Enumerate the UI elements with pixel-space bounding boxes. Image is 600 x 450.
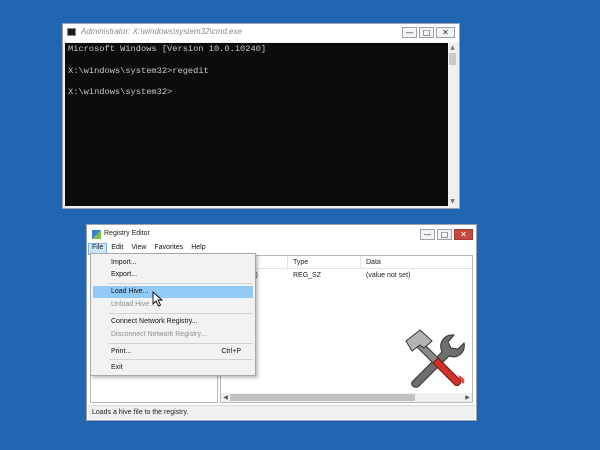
menu-item-import[interactable]: Import... bbox=[93, 257, 253, 269]
cmd-maximize-button[interactable]: □ bbox=[419, 27, 434, 38]
regedit-maximize-button[interactable]: □ bbox=[437, 229, 452, 240]
scroll-thumb[interactable] bbox=[449, 53, 456, 65]
regedit-minimize-button[interactable]: — bbox=[420, 229, 435, 240]
status-bar: Loads a hive file to the registry. bbox=[88, 405, 475, 419]
regedit-close-button[interactable]: ✕ bbox=[454, 229, 473, 240]
console-line: X:\windows\system32> bbox=[68, 87, 173, 98]
value-type: REG_SZ bbox=[293, 272, 322, 279]
mouse-pointer-icon bbox=[152, 291, 164, 307]
menu-item-export[interactable]: Export... bbox=[93, 269, 253, 281]
file-menu-dropdown: Import... Export... Load Hive... Unload … bbox=[90, 253, 256, 376]
regedit-titlebar[interactable]: Registry Editor — □ ✕ bbox=[87, 225, 476, 243]
cmd-vertical-scrollbar[interactable]: ▲ ▼ bbox=[448, 43, 457, 206]
regedit-app-icon bbox=[92, 230, 101, 239]
scroll-up-arrow-icon[interactable]: ▲ bbox=[448, 43, 457, 52]
menu-separator bbox=[109, 359, 253, 360]
cmd-titlebar[interactable]: Administrator: X:\windows\system32\cmd.e… bbox=[63, 24, 459, 42]
values-column-header: Type Data bbox=[221, 256, 472, 269]
scroll-left-arrow-icon[interactable]: ◀ bbox=[221, 393, 230, 402]
menu-separator bbox=[109, 283, 253, 284]
menu-item-exit[interactable]: Exit bbox=[93, 362, 253, 374]
values-horizontal-scrollbar[interactable]: ◀ ▶ bbox=[221, 393, 472, 402]
value-row-default[interactable]: lt) REG_SZ (value not set) bbox=[221, 272, 472, 283]
menu-item-connect-network-registry[interactable]: Connect Network Registry... bbox=[93, 316, 253, 328]
cmd-minimize-button[interactable]: — bbox=[402, 27, 417, 38]
cmd-console[interactable]: Microsoft Windows [Version 10.0.10240] X… bbox=[65, 43, 448, 206]
menu-separator bbox=[109, 313, 253, 314]
console-line: X:\windows\system32>regedit bbox=[68, 65, 209, 76]
value-data: (value not set) bbox=[366, 272, 411, 279]
menu-item-unload-hive[interactable]: Unload Hive... bbox=[93, 299, 253, 311]
cmd-app-icon bbox=[67, 28, 76, 36]
column-type[interactable]: Type bbox=[293, 259, 308, 266]
scroll-down-arrow-icon[interactable]: ▼ bbox=[448, 197, 457, 206]
hammer-wrench-icon bbox=[405, 329, 465, 388]
menu-item-print[interactable]: Print... Ctrl+P bbox=[93, 346, 253, 358]
menu-item-load-hive[interactable]: Load Hive... bbox=[93, 286, 253, 298]
column-data[interactable]: Data bbox=[366, 259, 381, 266]
regedit-window-title: Registry Editor bbox=[104, 230, 150, 237]
cmd-window-title: Administrator: X:\windows\system32\cmd.e… bbox=[81, 27, 242, 36]
menu-item-shortcut: Ctrl+P bbox=[221, 348, 241, 355]
scroll-thumb[interactable] bbox=[230, 394, 415, 401]
cmd-window: Administrator: X:\windows\system32\cmd.e… bbox=[62, 23, 460, 209]
console-line: Microsoft Windows [Version 10.0.10240] bbox=[68, 44, 267, 54]
menu-separator bbox=[109, 343, 253, 344]
menu-item-label: Print... bbox=[111, 348, 132, 355]
cmd-close-button[interactable]: ✕ bbox=[436, 27, 455, 38]
scroll-right-arrow-icon[interactable]: ▶ bbox=[463, 393, 472, 402]
menu-item-disconnect-network-registry[interactable]: Disconnect Network Registry... bbox=[93, 329, 253, 341]
